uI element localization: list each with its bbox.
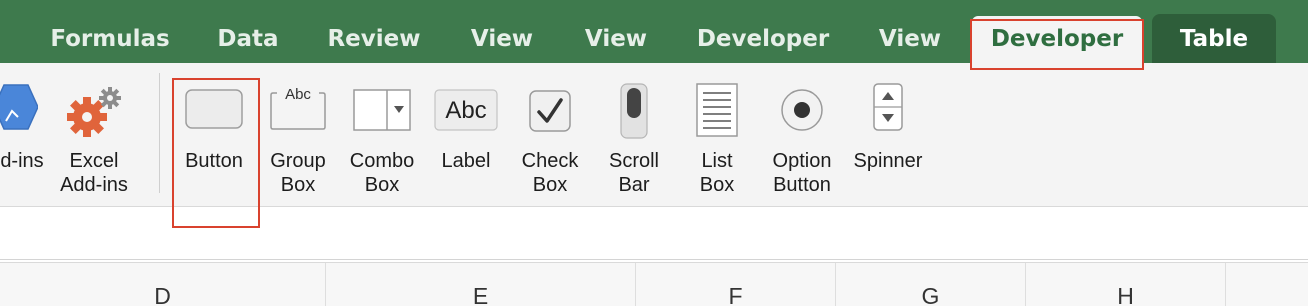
svg-text:Abc: Abc [285,86,311,103]
check-box-control[interactable]: Check Box [512,63,588,207]
check-box-icon [529,90,571,132]
column-header-d[interactable]: D [0,263,325,306]
scroll-bar-icon [620,83,648,139]
column-header-h[interactable]: H [1025,263,1225,306]
label-control-icon: Abc [434,89,498,131]
ribbon-separator [159,73,160,193]
developer-tab-highlight [970,19,1144,70]
combo-box-label: Combo Box [349,150,415,196]
option-button-label: Option Button [772,150,832,196]
excel-add-ins-button[interactable]: Excel Add-ins [56,63,132,207]
column-header-g[interactable]: G [835,263,1025,306]
check-box-label: Check Box [521,150,579,196]
excel-add-ins-gear-icon [67,87,121,137]
add-ins-hexagon-icon [0,84,38,130]
column-header-row: D E F G H [0,262,1308,306]
tab-developer[interactable]: Developer [690,22,836,56]
tab-review[interactable]: Review [318,22,430,56]
spinner-label: Spinner [853,150,923,172]
add-ins-label: d-ins [0,150,44,172]
column-header-label: E [472,283,489,306]
list-box-icon [696,83,738,137]
column-header-f[interactable]: F [635,263,835,306]
column-header-label: G [921,283,940,306]
add-ins-button[interactable]: d-ins [0,63,54,207]
combo-box-control[interactable]: Combo Box [342,63,422,207]
tab-view-3[interactable]: View [866,22,954,56]
tab-view-2[interactable]: View [572,22,660,56]
button-control-highlight [172,78,260,228]
list-box-label: List Box [699,150,735,196]
tab-view[interactable]: View [458,22,546,56]
tab-formulas[interactable]: Formulas [40,22,180,56]
scroll-bar-label: Scroll Bar [608,150,659,196]
column-header-label: D [154,283,171,306]
spinner-control[interactable]: Spinner [846,63,930,207]
group-box-label: Group Box [270,150,326,196]
option-button-icon [781,89,823,131]
list-box-control[interactable]: List Box [680,63,754,207]
column-header-e[interactable]: E [325,263,635,306]
column-header-i[interactable] [1225,263,1308,306]
label-control[interactable]: Abc Label [428,63,504,207]
svg-text:Abc: Abc [445,97,486,124]
column-header-label: H [1117,283,1134,306]
combo-box-icon [353,89,411,131]
option-button-control[interactable]: Option Button [762,63,842,207]
scroll-bar-control[interactable]: Scroll Bar [596,63,672,207]
excel-add-ins-label: Excel Add-ins [60,150,128,196]
tab-table[interactable]: Table [1152,14,1276,63]
column-header-label: F [728,283,743,306]
group-box-control[interactable]: Abc Group Box [260,63,336,207]
tab-data[interactable]: Data [200,22,296,56]
group-box-icon: Abc [270,86,326,130]
spinner-icon [873,83,903,131]
label-control-label: Label [441,150,491,172]
